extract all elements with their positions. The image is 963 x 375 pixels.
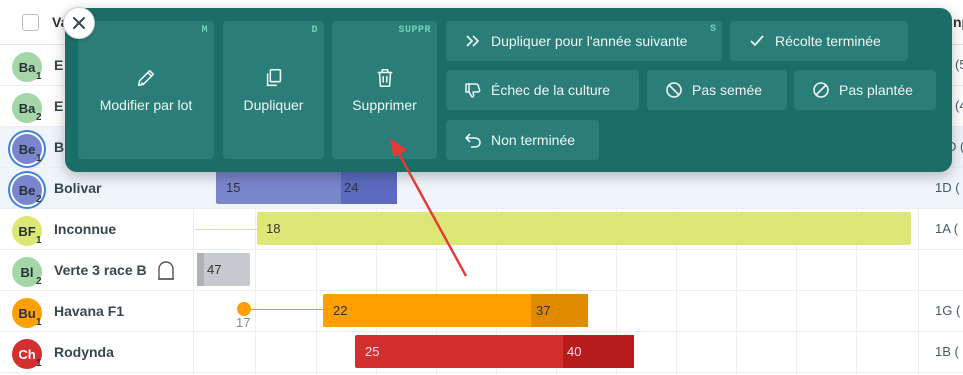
avatar-count: 2 — [36, 194, 42, 205]
right-column-header[interactable]: np — [953, 14, 963, 30]
avatar-count: 1 — [36, 153, 42, 164]
avatar-count: 2 — [36, 112, 42, 123]
edit-batch-label: Modifier par lot — [99, 97, 193, 113]
close-button[interactable] — [63, 7, 95, 39]
crop-failure-label: Échec de la culture — [491, 82, 611, 98]
nursery-line — [195, 229, 257, 230]
bar-harvest-label: 24 — [344, 180, 359, 195]
hotkey-hint: S — [709, 24, 716, 35]
row-name: Bolivar — [54, 180, 102, 196]
crop-bar[interactable]: 22 37 — [323, 294, 588, 327]
crop-plan-view: Va np Ba 1 E (5 Ba 2 E (4 Be 1 B D ( Be … — [0, 0, 963, 375]
duplicate-next-year-button[interactable]: S Dupliquer pour l'année suivante — [446, 21, 722, 61]
bulk-actions-panel: M Modifier par lot D Dupliquer SUPPR Sup… — [65, 8, 952, 172]
not-sown-label: Pas semée — [692, 82, 763, 98]
table-row[interactable]: Bl 2 Verte 3 race B 47 — [0, 250, 963, 291]
close-icon — [73, 17, 85, 29]
table-row[interactable]: Bu 1 Havana F1 17 22 37 1G ( — [0, 291, 963, 332]
duplicate-button[interactable]: D Dupliquer — [223, 21, 324, 159]
pencil-icon — [137, 69, 155, 87]
hotkey-hint: SUPPR — [398, 25, 431, 36]
avatar-count: 2 — [36, 276, 42, 287]
avatar-count: 1 — [36, 317, 42, 328]
row-name: B — [54, 139, 65, 155]
edit-batch-button[interactable]: M Modifier par lot — [78, 21, 214, 159]
harvest-segment — [197, 253, 204, 286]
bar-start-label: 25 — [365, 344, 380, 359]
nursery-line — [244, 309, 324, 310]
thumbs-down-icon — [465, 83, 481, 98]
delete-label: Supprimer — [352, 97, 417, 113]
crop-failure-button[interactable]: Échec de la culture — [446, 70, 639, 110]
check-icon — [750, 35, 764, 47]
bar-start-label: 18 — [266, 221, 281, 236]
trash-icon — [377, 68, 392, 88]
row-name: Rodynda — [54, 344, 114, 360]
not-planted-button[interactable]: Pas plantée — [794, 70, 936, 110]
bar-start-label: 47 — [207, 262, 222, 277]
delete-button[interactable]: SUPPR Supprimer — [332, 21, 437, 159]
prohibited-icon — [666, 82, 682, 98]
sowing-marker-label: 17 — [236, 315, 251, 330]
row-name: Verte 3 race B — [54, 262, 147, 278]
row-location: (4 — [955, 98, 963, 113]
crop-bar[interactable]: 18 — [257, 212, 911, 245]
bar-harvest-label: 37 — [536, 303, 551, 318]
row-location: 1D ( — [935, 180, 960, 195]
table-row[interactable]: BF 1 Inconnue 18 1A ( — [0, 209, 963, 250]
not-sown-button[interactable]: Pas semée — [647, 70, 787, 110]
hotkey-hint: D — [311, 25, 318, 36]
row-location: 1G ( — [935, 303, 961, 318]
row-name: Inconnue — [54, 221, 117, 237]
row-name: E — [54, 57, 64, 73]
tunnel-icon — [158, 261, 174, 280]
table-row[interactable]: Be 2 Bolivar 15 24 1D ( — [0, 168, 963, 209]
not-finished-label: Non terminée — [491, 132, 576, 148]
bar-start-label: 15 — [226, 180, 241, 195]
double-chevron-right-icon — [466, 35, 480, 47]
avatar-count: 1 — [36, 71, 42, 82]
copy-icon — [266, 68, 281, 87]
table-row[interactable]: Ch 1 Rodynda 25 40 1B ( — [0, 332, 963, 373]
crop-bar[interactable]: 25 40 — [355, 335, 634, 368]
row-name: E — [54, 98, 64, 114]
row-location: 1A ( — [935, 221, 959, 236]
row-location: (5 — [955, 57, 963, 72]
sowing-marker[interactable] — [237, 302, 251, 316]
harvest-done-label: Récolte terminée — [775, 33, 881, 49]
avatar-count: 1 — [36, 235, 42, 246]
duplicate-next-year-label: Dupliquer pour l'année suivante — [491, 33, 688, 49]
undo-icon — [465, 133, 481, 148]
hotkey-hint: M — [201, 25, 208, 36]
not-planted-label: Pas plantée — [839, 82, 913, 98]
bar-start-label: 22 — [333, 303, 348, 318]
select-all-checkbox[interactable] — [22, 14, 39, 31]
crop-bar[interactable]: 15 24 — [216, 171, 397, 204]
duplicate-label: Dupliquer — [243, 97, 304, 113]
harvest-done-button[interactable]: Récolte terminée — [730, 21, 908, 61]
prohibited-icon — [813, 82, 829, 98]
row-location: 1B ( — [935, 344, 959, 359]
bar-harvest-label: 40 — [567, 344, 582, 359]
crop-bar[interactable]: 47 — [197, 253, 250, 286]
avatar-count: 1 — [36, 358, 42, 369]
row-name: Havana F1 — [54, 303, 125, 319]
not-finished-button[interactable]: Non terminée — [446, 120, 599, 160]
